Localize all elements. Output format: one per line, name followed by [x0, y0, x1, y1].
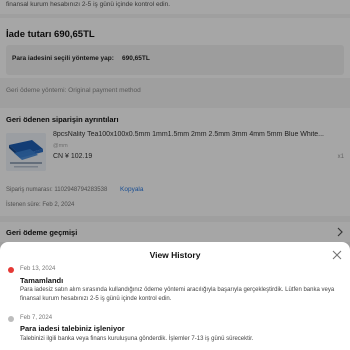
timeline-description: Para iadesiz satın alım sırasında kullan… [20, 287, 335, 302]
timeline-description: Talebinizi ilgili banka veya finans kuru… [20, 336, 254, 342]
timeline-title: Para iadesi talebiniz işleniyor [20, 324, 125, 333]
view-history-sheet: View History Feb 13, 2024 Tamamlandı Par… [0, 242, 350, 350]
timeline-date: Feb 13, 2024 [20, 266, 56, 272]
timeline-dot-inactive [8, 316, 14, 322]
timeline-dot-active [8, 267, 14, 273]
close-icon[interactable] [332, 250, 342, 260]
timeline-date: Feb 7, 2024 [20, 315, 53, 321]
sheet-title: View History [149, 250, 201, 260]
timeline-title: Tamamlandı [20, 276, 64, 285]
